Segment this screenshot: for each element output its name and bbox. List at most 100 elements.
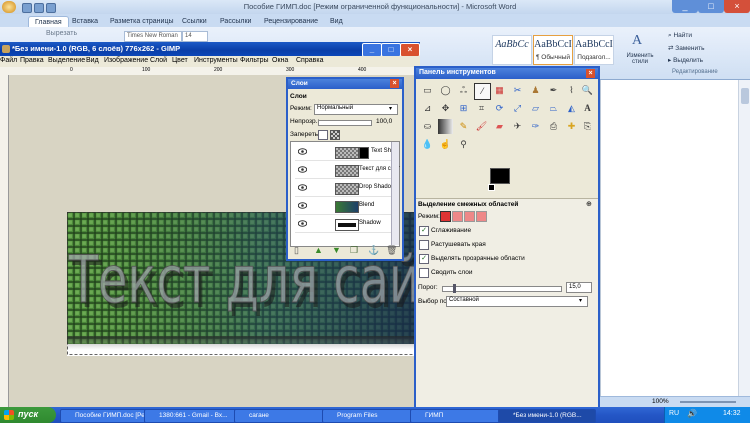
- color-picker-icon[interactable]: ⌇: [564, 83, 579, 98]
- tray-icons[interactable]: 🔊: [687, 409, 697, 418]
- task-program-files[interactable]: Program Files: [322, 409, 414, 423]
- lower-layer-icon[interactable]: ▼: [332, 245, 341, 255]
- word-page[interactable]: [600, 80, 741, 396]
- blend-tool-icon[interactable]: [438, 119, 453, 134]
- select-by-color-icon[interactable]: ▦: [492, 83, 507, 98]
- close-button[interactable]: ×: [724, 0, 750, 13]
- minimize-button[interactable]: _: [672, 0, 698, 13]
- shear-icon[interactable]: ▱: [528, 101, 543, 116]
- scale-icon[interactable]: ⤢: [510, 101, 525, 116]
- mode-add-button[interactable]: [452, 211, 463, 222]
- menu-color[interactable]: Цвет: [172, 57, 188, 64]
- new-layer-icon[interactable]: ▯: [294, 245, 299, 256]
- tab-page-layout[interactable]: Разметка страницы: [104, 16, 180, 27]
- layers-list[interactable]: Text Sh Текст для сайт Drop Shadow Blend…: [290, 141, 400, 247]
- cut-button[interactable]: Вырезать: [46, 30, 77, 37]
- bucket-fill-icon[interactable]: ⛀: [420, 119, 435, 134]
- tab-review[interactable]: Рецензирование: [258, 16, 324, 27]
- layers-tab-label[interactable]: Слои: [290, 93, 307, 100]
- task-gmail[interactable]: 1380:661 - Gmail - Вх...: [144, 409, 238, 423]
- airbrush-icon[interactable]: ✈: [510, 119, 525, 134]
- raise-layer-icon[interactable]: ▲: [314, 245, 323, 255]
- task-gimp-image[interactable]: *Без имени-1.0 (RGB...: [498, 409, 596, 423]
- anchor-layer-icon[interactable]: ⚓: [368, 245, 379, 256]
- font-name-field[interactable]: Times New Roman: [124, 31, 182, 42]
- layers-scrollbar[interactable]: [391, 142, 399, 245]
- paths-icon[interactable]: ✒: [546, 83, 561, 98]
- threshold-slider-handle[interactable]: [453, 284, 456, 293]
- layers-close-icon[interactable]: ×: [390, 79, 399, 88]
- zoom-slider[interactable]: [680, 401, 736, 403]
- duplicate-layer-icon[interactable]: ❐: [350, 245, 358, 256]
- tab-insert[interactable]: Вставка: [66, 16, 104, 27]
- task-word[interactable]: Пособие ГИМП.doc [Ре...: [60, 409, 154, 423]
- flip-icon[interactable]: ◭: [564, 101, 579, 116]
- measure-icon[interactable]: ⊿: [420, 101, 435, 116]
- eye-icon[interactable]: [298, 184, 307, 191]
- maximize-button[interactable]: □: [698, 0, 724, 13]
- menu-file[interactable]: Файл: [0, 57, 17, 64]
- opacity-slider[interactable]: [318, 120, 372, 126]
- menu-help[interactable]: Справка: [296, 57, 323, 64]
- eye-icon[interactable]: [298, 220, 307, 227]
- task-gimp-folder[interactable]: ГИМП: [410, 409, 502, 423]
- reset-colors-icon[interactable]: [488, 184, 495, 191]
- scissors-icon[interactable]: ✂: [510, 83, 525, 98]
- menu-windows[interactable]: Окна: [272, 57, 288, 64]
- eraser-icon[interactable]: ▰: [492, 119, 507, 134]
- lock-checkbox[interactable]: [318, 130, 328, 140]
- menu-view[interactable]: Вид: [86, 57, 99, 64]
- undo-icon[interactable]: [34, 3, 44, 13]
- text-tool-icon[interactable]: A: [580, 101, 595, 116]
- toolbox-close-icon[interactable]: ×: [586, 69, 595, 78]
- tab-references[interactable]: Ссылки: [176, 16, 213, 27]
- gimp-minimize-button[interactable]: _: [362, 43, 382, 57]
- find-button[interactable]: ⌕ Найти: [668, 32, 692, 40]
- task-folder-1[interactable]: сагане: [234, 409, 326, 423]
- change-styles-button[interactable]: A Изменить стили: [620, 31, 660, 75]
- foreground-select-icon[interactable]: ♟: [528, 83, 543, 98]
- smudge-icon[interactable]: ☝: [438, 137, 453, 152]
- rect-select-icon[interactable]: ▭: [420, 83, 435, 98]
- rotate-icon[interactable]: ⟳: [492, 101, 507, 116]
- fuzzy-select-icon[interactable]: ⁄: [474, 83, 491, 100]
- menu-image[interactable]: Изображение: [104, 57, 148, 64]
- eye-icon[interactable]: [298, 202, 307, 209]
- crop-icon[interactable]: ⌗: [474, 101, 489, 116]
- mode-subtract-button[interactable]: [464, 211, 475, 222]
- ink-icon[interactable]: ✑: [528, 119, 543, 134]
- language-indicator[interactable]: RU: [669, 410, 679, 417]
- menu-filters[interactable]: Фильтры: [240, 57, 269, 64]
- opacity-value[interactable]: 100,0: [376, 118, 392, 125]
- scroll-thumb[interactable]: [741, 88, 749, 104]
- tab-mailings[interactable]: Рассылки: [214, 16, 257, 27]
- heal-icon[interactable]: ✚: [564, 119, 579, 134]
- gimp-maximize-button[interactable]: □: [381, 43, 401, 57]
- redo-icon[interactable]: [46, 3, 56, 13]
- align-icon[interactable]: ⊞: [456, 101, 471, 116]
- ellipse-select-icon[interactable]: ◯: [438, 83, 453, 98]
- delete-layer-icon[interactable]: 🗑: [386, 245, 397, 256]
- threshold-slider[interactable]: [442, 284, 562, 293]
- word-vertical-scrollbar[interactable]: [738, 80, 750, 396]
- clone-icon[interactable]: ⎙: [546, 119, 561, 134]
- pencil-icon[interactable]: ✎: [456, 119, 471, 134]
- style-subtitle[interactable]: AaBbCcI Подзагол...: [574, 35, 614, 65]
- menu-edit[interactable]: Правка: [20, 57, 44, 64]
- layer-row[interactable]: Shadow: [295, 216, 391, 233]
- style-normal[interactable]: AaBbCcI ¶ Обычный: [533, 35, 573, 65]
- layers-mode-select[interactable]: Нормальный ▾: [314, 104, 398, 115]
- menu-layer[interactable]: Слой: [150, 57, 167, 64]
- menu-tools[interactable]: Инструменты: [194, 57, 238, 64]
- options-expand-icon[interactable]: ⊕: [586, 200, 592, 208]
- vertical-ruler[interactable]: [0, 75, 9, 408]
- mode-intersect-button[interactable]: [476, 211, 487, 222]
- font-size-field[interactable]: 14: [182, 31, 208, 42]
- eye-icon[interactable]: [298, 148, 307, 155]
- perspective-icon[interactable]: ⏢: [546, 101, 561, 116]
- paintbrush-icon[interactable]: 🖌: [474, 119, 489, 134]
- select-button[interactable]: ▸ Выделить: [668, 56, 703, 64]
- layer-row[interactable]: Text Sh: [295, 144, 391, 161]
- antialias-checkbox[interactable]: ✓: [419, 226, 429, 236]
- gimp-close-button[interactable]: ×: [400, 43, 420, 57]
